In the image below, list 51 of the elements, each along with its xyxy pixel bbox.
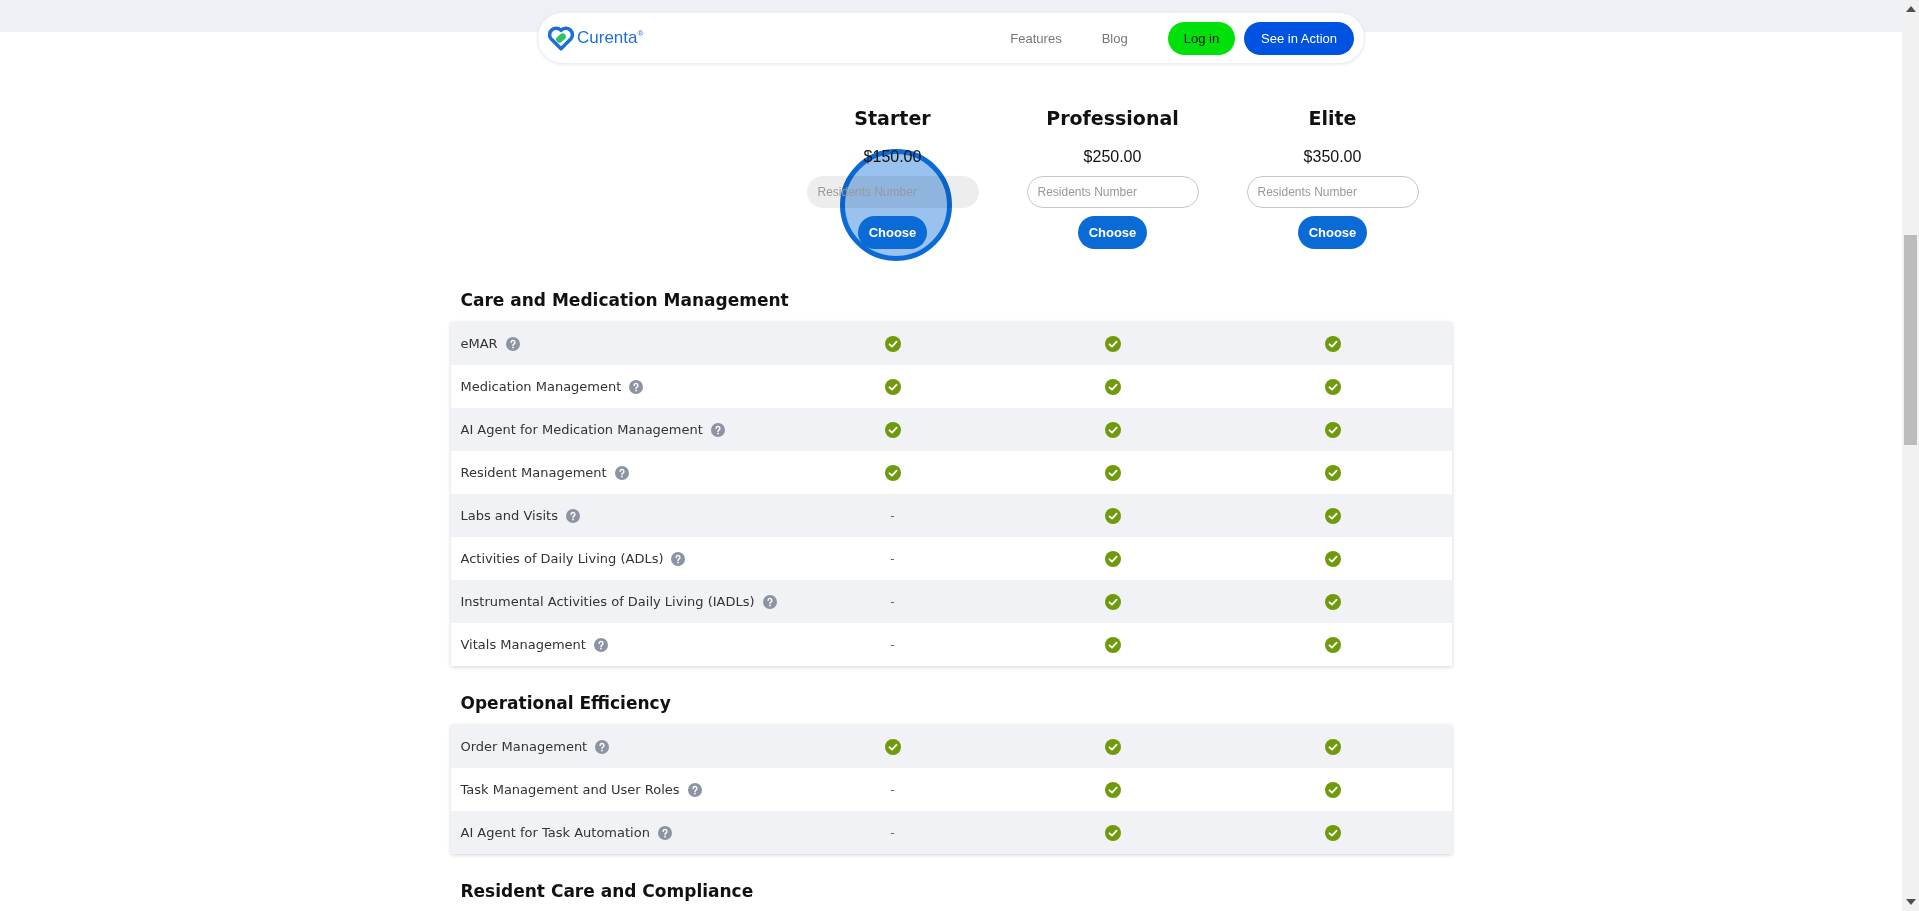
help-icon: [671, 551, 686, 566]
not-included-mark: -: [890, 551, 895, 566]
feature-label: Labs and Visits: [460, 508, 558, 523]
feature-label: Order Management: [460, 739, 588, 754]
feature-label: Instrumental Activities of Daily Living (IADLs): [460, 594, 755, 609]
scrollbar[interactable]: [1902, 0, 1919, 911]
not-included-mark: -: [890, 825, 895, 840]
help-icon: [505, 336, 520, 351]
feature-label: AI Agent for Medication Management: [460, 422, 703, 437]
not-included-mark: -: [890, 508, 895, 523]
help-icon: [629, 379, 644, 394]
help-icon: [710, 422, 725, 437]
feature-label: Task Management and User Roles: [460, 782, 680, 797]
help-icon: [687, 782, 702, 797]
section-heading: Resident Care and Compliance: [460, 880, 755, 902]
scroll-up-icon[interactable]: [1905, 6, 1916, 12]
help-icon: [565, 508, 580, 523]
plan-price: $350.00: [1303, 148, 1362, 166]
scroll-down-icon[interactable]: [1905, 899, 1916, 905]
help-icon: [762, 594, 777, 609]
choose-button[interactable]: Choose: [858, 216, 927, 249]
plan-price: $250.00: [1083, 148, 1142, 166]
heart-pill-icon: [548, 25, 574, 51]
help-icon: [657, 825, 672, 840]
residents-input[interactable]: Residents Number: [1026, 176, 1199, 208]
section-heading: Care and Medication Management: [460, 289, 790, 311]
not-included-mark: -: [890, 782, 895, 797]
feature-label: Resident Management: [460, 465, 607, 480]
not-included-mark: -: [890, 637, 895, 652]
feature-label: Activities of Daily Living (ADLs): [460, 551, 664, 566]
choose-button[interactable]: Choose: [1298, 216, 1367, 249]
login-button[interactable]: Log in: [1167, 21, 1236, 55]
help-icon: [614, 465, 629, 480]
plan-name: Professional: [1046, 107, 1179, 131]
residents-input[interactable]: Residents Number: [1246, 176, 1419, 208]
demo-button[interactable]: See in Action: [1244, 21, 1354, 55]
feature-label: Medication Management: [460, 379, 622, 394]
feature-label: AI Agent for Task Automation: [460, 825, 650, 840]
scroll-thumb[interactable]: [1904, 235, 1917, 445]
help-icon: [595, 739, 610, 754]
plan-name: Elite: [1308, 107, 1357, 131]
plan-name: Starter: [854, 107, 931, 131]
feature-label: Vitals Management: [460, 637, 586, 652]
nav-link[interactable]: Blog: [1101, 30, 1128, 46]
help-icon: [593, 637, 608, 652]
nav-link[interactable]: Features: [1010, 30, 1062, 46]
choose-button[interactable]: Choose: [1078, 216, 1147, 249]
section-heading: Operational Efficiency: [460, 692, 672, 714]
feature-label: eMAR: [460, 336, 498, 351]
brand-name: Curenta$^{®}$: [577, 28, 644, 48]
not-included-mark: -: [890, 594, 895, 609]
